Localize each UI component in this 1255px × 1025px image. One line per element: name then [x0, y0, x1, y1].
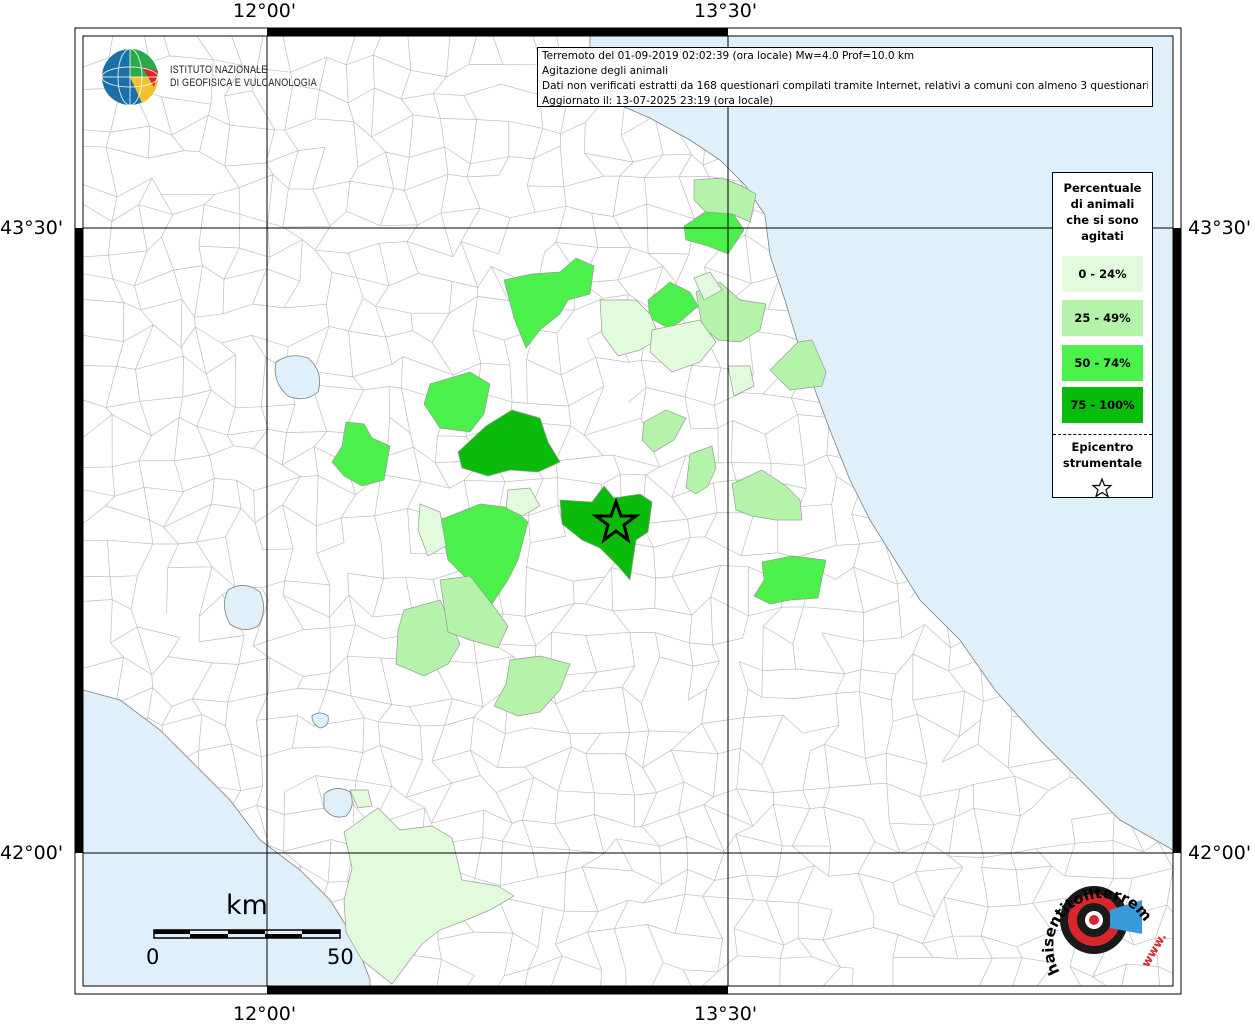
scale-label-0: 0 — [146, 945, 160, 969]
tick-bottom-1330: 13°30' — [694, 1003, 758, 1025]
info-line-data: Dati non verificati estratti da 168 ques… — [542, 80, 1148, 92]
legend-epicenter-label: Epicentro strumentale — [1062, 440, 1143, 470]
legend-separator — [1053, 434, 1152, 435]
legend-item-25-49: 25 - 49% — [1062, 300, 1143, 336]
tick-right-4330: 43°30' — [1188, 217, 1252, 239]
tick-bottom-1200: 12°00' — [233, 1003, 297, 1025]
info-box: Terremoto del 01-09-2019 02:02:39 (ora l… — [537, 47, 1153, 107]
scale-label-50: 50 — [327, 945, 354, 969]
legend-title: Percentuale di animali che si sono agita… — [1063, 181, 1142, 243]
tick-left-4330: 43°30' — [0, 217, 64, 239]
haisentito-badge: haisentitoilterremoto.it www. — [1030, 862, 1169, 978]
ingv-logo-text: ISTITUTO NAZIONALE DI GEOFISICA E VULCAN… — [170, 64, 317, 89]
epicenter-star-icon — [1091, 477, 1113, 498]
scale-title: km — [226, 890, 268, 921]
legend: Percentuale di animali che si sono agita… — [1052, 172, 1153, 498]
legend-item-0-24: 0 - 24% — [1062, 256, 1143, 292]
legend-item-50-74: 50 - 74% — [1062, 345, 1143, 381]
ingv-logo — [101, 48, 159, 106]
info-line-event: Terremoto del 01-09-2019 02:02:39 (ora l… — [542, 50, 915, 62]
info-line-updated: Aggiornato il: 13-07-2025 23:19 (ora loc… — [542, 95, 774, 107]
muni-50-74-g — [753, 555, 827, 605]
info-line-type: Agitazione degli animali — [542, 65, 669, 77]
tick-right-4200: 42°00' — [1188, 842, 1252, 864]
lake-bracciano-overlay — [323, 788, 353, 818]
lake-bolsena-overlay — [224, 585, 264, 630]
tick-top-1200: 12°00' — [233, 0, 297, 22]
tick-left-4200: 42°00' — [0, 842, 64, 864]
badge-www: www. — [1138, 930, 1169, 969]
legend-item-75-100: 75 - 100% — [1062, 387, 1143, 423]
tick-top-1330: 13°30' — [694, 0, 758, 22]
